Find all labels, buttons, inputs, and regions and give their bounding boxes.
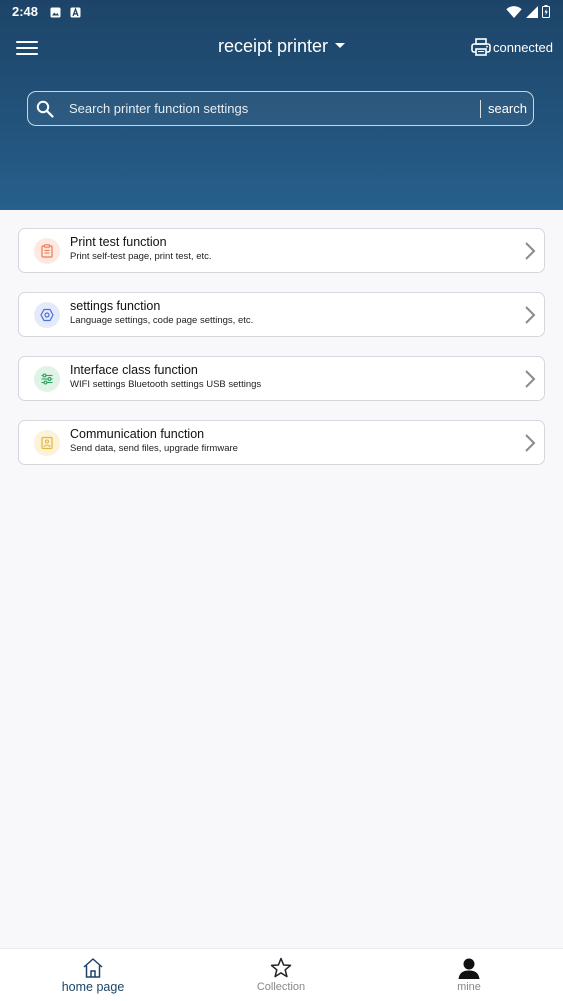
top-app-bar: receipt printer connected — [0, 24, 563, 72]
function-item-title: Communication function — [70, 427, 205, 441]
tab-home-page[interactable]: home page — [33, 949, 153, 1001]
sliders-icon — [34, 366, 60, 392]
image-file-icon — [34, 430, 60, 456]
tab-mine[interactable]: mine — [409, 949, 529, 1001]
function-item-subtitle: Print self-test page, print test, etc. — [70, 251, 212, 262]
tab-label-home: home page — [61, 980, 125, 994]
function-item-title: settings function — [70, 299, 161, 313]
function-item-settings[interactable]: settings function Language settings, cod… — [18, 292, 545, 337]
function-item-communication[interactable]: Communication function Send data, send f… — [18, 420, 545, 465]
chevron-right-icon — [525, 370, 536, 388]
function-item-subtitle: WIFI settings Bluetooth settings USB set… — [70, 379, 262, 390]
header: 2:48 receipt printer connected Search pr… — [0, 0, 563, 210]
clipboard-icon — [34, 238, 60, 264]
tab-label-collection: Collection — [256, 981, 306, 993]
search-input[interactable] — [67, 100, 480, 117]
chevron-right-icon — [525, 242, 536, 260]
battery-icon — [542, 5, 550, 21]
caret-down-icon — [335, 43, 346, 49]
signal-icon — [526, 6, 538, 21]
star-icon — [270, 957, 292, 978]
function-item-interface[interactable]: Interface class function WIFI settings B… — [18, 356, 545, 401]
wifi-icon — [506, 6, 522, 21]
function-item-subtitle: Language settings, code page settings, e… — [70, 315, 254, 326]
printer-icon — [471, 38, 491, 56]
connection-status[interactable]: connected — [471, 38, 553, 56]
hexagon-gear-icon — [34, 302, 60, 328]
function-item-subtitle: Send data, send files, upgrade firmware — [70, 443, 238, 454]
search-icon — [36, 100, 54, 118]
search-bar: search — [27, 91, 534, 126]
status-bar: 2:48 — [0, 0, 563, 24]
person-icon — [458, 958, 480, 979]
function-item-print-test[interactable]: Print test function Print self-test page… — [18, 228, 545, 273]
bottom-tab-bar: home page Collection mine — [0, 948, 563, 1001]
tab-collection[interactable]: Collection — [221, 949, 341, 1001]
chevron-right-icon — [525, 434, 536, 452]
function-item-title: Interface class function — [70, 363, 198, 377]
tab-label-mine: mine — [457, 981, 481, 993]
function-list: Print test function Print self-test page… — [18, 228, 545, 484]
chevron-right-icon — [525, 306, 536, 324]
search-button[interactable]: search — [481, 101, 533, 116]
status-time: 2:48 — [12, 4, 39, 19]
home-icon — [83, 958, 103, 978]
font-notification-icon — [70, 6, 81, 21]
function-item-title: Print test function — [70, 235, 167, 249]
gallery-notification-icon — [50, 6, 61, 21]
page-title: receipt printer — [217, 36, 329, 56]
connection-label: connected — [493, 39, 553, 55]
